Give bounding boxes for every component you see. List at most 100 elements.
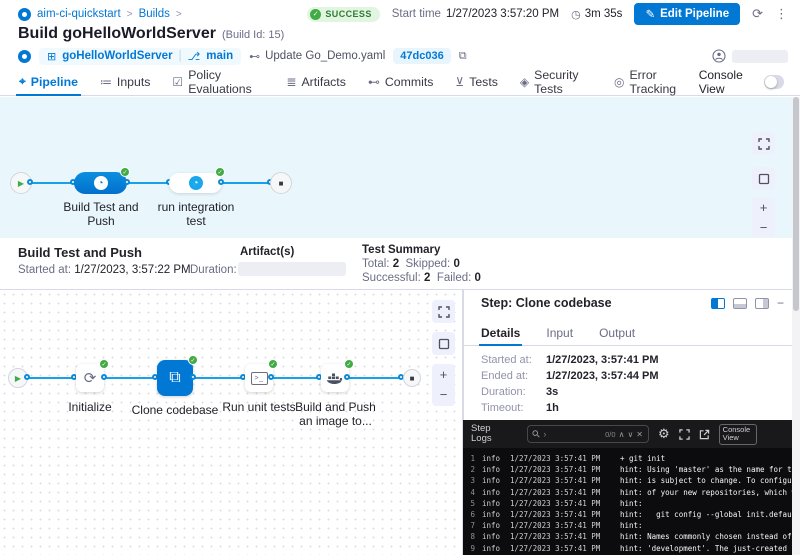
app-root: aim-ci-quickstart > Builds > ✓ SUCCESS S… [0, 0, 800, 555]
stage-node-build-test-and-push[interactable]: ◔ ✓ [74, 172, 127, 194]
tab-details[interactable]: Details [481, 320, 520, 345]
log-console: Step Logs ⚲ › 0/0 ∧ ∨ ✕ ⚙ Console View 1… [463, 420, 792, 555]
zoom-in-button[interactable]: + [440, 364, 448, 384]
duration: ◷ 3m 35s [571, 8, 622, 21]
tab-tests[interactable]: ⊻Tests [444, 68, 509, 95]
log-line: 7info1/27/2023 3:57:41 PMhint: [463, 520, 792, 531]
user-name-redacted [732, 50, 788, 63]
step-logs-title: Step Logs [471, 424, 505, 444]
breadcrumb: aim-ci-quickstart > Builds > [18, 8, 182, 21]
connector-line [273, 377, 321, 379]
breadcrumb-separator: > [127, 9, 133, 20]
repo-branch-pill[interactable]: ⊞ goHelloWorldServer | ⎇ main [39, 48, 241, 65]
tests-icon: ⊻ [455, 75, 464, 89]
breadcrumb-project-link[interactable]: aim-ci-quickstart [37, 8, 121, 20]
tab-artifacts[interactable]: ≣Artifacts [275, 68, 356, 95]
connector-line [104, 377, 158, 379]
test-summary-title: Test Summary [362, 244, 440, 256]
status-badge-label: SUCCESS [325, 9, 371, 19]
check-icon: ✓ [310, 9, 321, 20]
layout-right-panel-icon[interactable] [711, 298, 725, 309]
scrollbar-thumb[interactable] [793, 97, 799, 311]
repo-name: goHelloWorldServer [62, 50, 172, 62]
stage-node-run-integration-test[interactable]: ◔ ✓ [169, 173, 222, 193]
refresh-button[interactable]: ⟳ [752, 6, 763, 22]
search-close-icon[interactable]: ✕ [636, 430, 643, 439]
steps-end-node: ■ [403, 369, 421, 387]
stage-summary-bar: Build Test and Push Started at: 1/27/202… [0, 238, 792, 290]
minimize-panel-icon[interactable]: − [777, 296, 784, 310]
zoom-controls: + − [432, 364, 455, 406]
copy-icon[interactable]: ⧉ [459, 50, 467, 63]
artifact-link-redacted[interactable] [238, 262, 346, 276]
open-in-new-button[interactable] [699, 429, 710, 440]
log-fullscreen-button[interactable] [679, 429, 690, 440]
stage-label[interactable]: run integration test [155, 200, 237, 228]
success-badge-icon: ✓ [268, 359, 278, 369]
tab-security-tests[interactable]: ◈Security Tests [509, 68, 603, 95]
step-label[interactable]: Build and Push an image to... [289, 400, 382, 428]
log-search-box[interactable]: ⚲ › 0/0 ∧ ∨ ✕ [527, 425, 649, 443]
page-title-row: Build goHelloWorldServer (Build Id: 15) [18, 25, 284, 43]
breadcrumb-builds-link[interactable]: Builds [139, 8, 170, 20]
search-next-icon[interactable]: ∨ [627, 430, 633, 439]
detail-row-duration: Duration:3s [481, 384, 782, 400]
breadcrumb-separator: > [176, 9, 182, 20]
step-node-clone-codebase[interactable]: ⧉ ✓ [157, 360, 193, 396]
log-settings-button[interactable]: ⚙ [658, 426, 670, 442]
zoom-in-button[interactable]: + [760, 197, 768, 217]
stage-graph-canvas[interactable]: ▶ ◔ ✓ ◔ ✓ ■ Build Test and Push run inte… [0, 97, 792, 238]
success-badge-icon: ✓ [188, 355, 198, 365]
zoom-out-button[interactable]: − [760, 217, 768, 237]
log-lines[interactable]: 1info1/27/2023 3:57:41 PM+ git init 2inf… [463, 448, 792, 554]
edit-pipeline-button[interactable]: ✎ Edit Pipeline [634, 3, 740, 25]
connector-dot [27, 179, 33, 185]
tab-error-tracking[interactable]: ◎Error Tracking [603, 68, 699, 95]
step-node-initialize[interactable]: ⟳ ✓ [76, 364, 104, 392]
repo-info-row: ⊞ goHelloWorldServer | ⎇ main ⊷ Update G… [0, 46, 800, 66]
step-label[interactable]: Initialize [50, 400, 130, 414]
sync-icon: ⟳ [84, 369, 97, 387]
policy-icon: ☑ [172, 75, 183, 89]
detail-row-started: Started at:1/27/2023, 3:57:41 PM [481, 352, 782, 368]
tab-input[interactable]: Input [546, 320, 573, 345]
zoom-out-button[interactable]: − [440, 384, 448, 404]
fullscreen-icon [679, 429, 690, 440]
console-view-toggle[interactable] [764, 75, 784, 89]
layout-split-panel-icon[interactable] [755, 298, 769, 309]
pipeline-end-node: ■ [270, 172, 292, 194]
fullscreen-button[interactable] [432, 300, 455, 323]
tab-inputs[interactable]: ≔Inputs [89, 68, 162, 95]
repo-grid-icon: ⊞ [47, 50, 56, 63]
search-prev-icon[interactable]: ∧ [619, 430, 625, 439]
fullscreen-button[interactable] [752, 132, 775, 155]
search-prompt-icon: › [543, 429, 546, 439]
commit-icon: ⊷ [249, 50, 260, 63]
connector-dot [344, 374, 350, 380]
fit-to-view-button[interactable] [752, 167, 775, 190]
layout-bottom-panel-icon[interactable] [733, 298, 747, 309]
success-badge-icon: ✓ [215, 167, 225, 177]
build-tab-bar: ⌖Pipeline ≔Inputs ☑Policy Evaluations ≣A… [0, 68, 800, 96]
tab-pipeline[interactable]: ⌖Pipeline [8, 68, 89, 95]
step-details-panel: Step: Clone codebase − Details Input Out… [463, 290, 792, 420]
step-panel-tabs: Details Input Output [464, 320, 792, 346]
connector-dot [218, 179, 224, 185]
tab-policy-evaluations[interactable]: ☑Policy Evaluations [161, 68, 275, 95]
docker-icon [326, 371, 344, 385]
console-view-label: Console View [699, 68, 756, 96]
step-label[interactable]: Clone codebase [130, 403, 220, 417]
commit-sha-link[interactable]: 47dc036 [393, 48, 450, 64]
log-search-input[interactable] [549, 429, 602, 439]
scrollbar-track[interactable] [792, 97, 800, 555]
ci-stage-icon: ◔ [189, 176, 203, 190]
fit-to-view-button[interactable] [432, 332, 455, 355]
stage-label[interactable]: Build Test and Push [60, 200, 142, 228]
tab-output[interactable]: Output [599, 320, 635, 345]
artifacts-icon: ≣ [286, 75, 296, 89]
kebab-menu-button[interactable]: ⋮ [775, 6, 788, 22]
pencil-icon: ✎ [645, 7, 655, 21]
step-graph-canvas[interactable]: ▶ ⟳ ✓ ⧉ ✓ >_ ✓ ✓ ■ [0, 290, 463, 555]
log-console-view-button[interactable]: Console View [719, 424, 757, 445]
tab-commits[interactable]: ⊷Commits [357, 68, 445, 95]
